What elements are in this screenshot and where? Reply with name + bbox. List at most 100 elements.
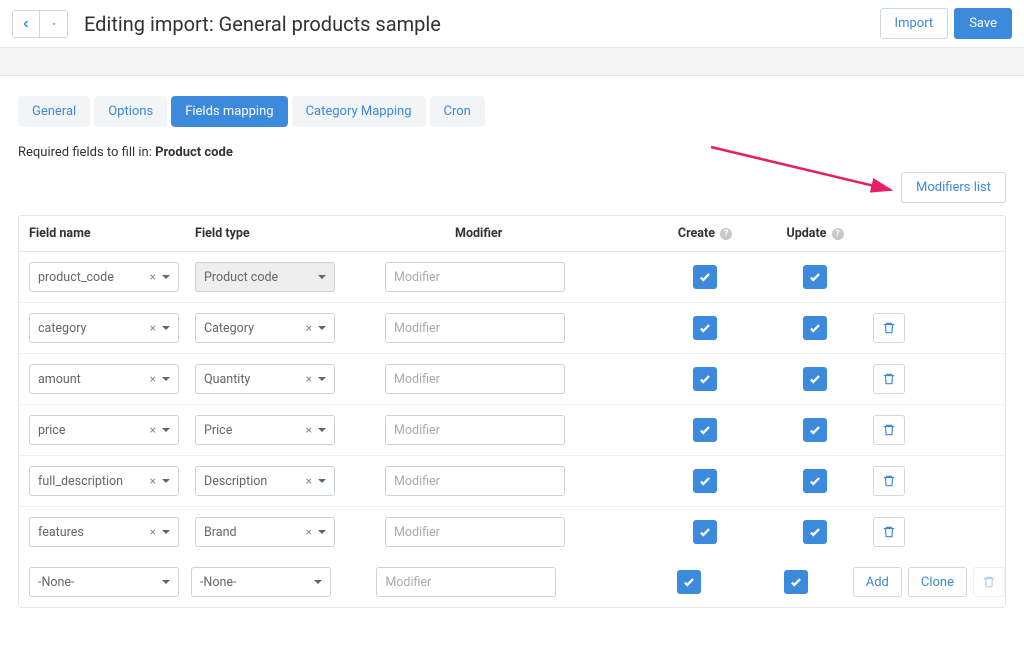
chevron-down-icon xyxy=(318,326,326,330)
clear-icon[interactable]: × xyxy=(150,525,156,539)
modifier-input[interactable] xyxy=(376,567,556,597)
field-name-select[interactable]: features× xyxy=(29,517,179,547)
clone-button[interactable]: Clone xyxy=(908,567,967,597)
field-name-select[interactable]: price× xyxy=(29,415,179,445)
update-checkbox[interactable] xyxy=(803,418,827,442)
clear-icon[interactable]: × xyxy=(306,474,312,488)
tab-options[interactable]: Options xyxy=(94,96,167,127)
field-type-select: Product code xyxy=(195,262,335,292)
field-type-select[interactable]: Brand× xyxy=(195,517,335,547)
tab-cron[interactable]: Cron xyxy=(430,96,485,127)
chevron-down-icon xyxy=(318,428,326,432)
delete-button xyxy=(973,567,1005,597)
update-checkbox[interactable] xyxy=(784,570,808,594)
create-checkbox[interactable] xyxy=(693,469,717,493)
field-type-select[interactable]: Price× xyxy=(195,415,335,445)
chevron-down-icon xyxy=(318,377,326,381)
modifiers-list-button[interactable]: Modifiers list xyxy=(901,172,1006,203)
col-header-modifier: Modifier xyxy=(385,226,645,241)
clear-icon[interactable]: × xyxy=(150,474,156,488)
header-actions: Import Save xyxy=(880,8,1012,39)
clear-icon[interactable]: × xyxy=(150,321,156,335)
delete-button[interactable] xyxy=(873,466,905,496)
delete-button[interactable] xyxy=(873,415,905,445)
clear-icon[interactable]: × xyxy=(150,372,156,386)
field-type-select[interactable]: -None- xyxy=(191,567,331,597)
col-header-name: Field name xyxy=(19,226,195,241)
field-type-select[interactable]: Quantity× xyxy=(195,364,335,394)
page-header: Editing import: General products sample … xyxy=(0,0,1024,48)
page-title: Editing import: General products sample xyxy=(84,12,872,36)
modifier-input[interactable] xyxy=(385,415,565,445)
table-row: amount× Quantity× xyxy=(19,354,1005,405)
tabs: GeneralOptionsFields mappingCategory Map… xyxy=(18,96,1006,127)
col-header-type: Field type xyxy=(195,226,385,241)
field-name-select[interactable]: product_code× xyxy=(29,262,179,292)
modifier-input[interactable] xyxy=(385,313,565,343)
toolbar-strip xyxy=(0,48,1024,76)
chevron-down-icon xyxy=(162,530,170,534)
chevron-down-icon xyxy=(162,428,170,432)
chevron-down-icon xyxy=(162,580,170,584)
nav-button-group xyxy=(12,10,68,38)
chevron-down-icon xyxy=(162,479,170,483)
tab-general[interactable]: General xyxy=(18,96,90,127)
chevron-down-icon xyxy=(162,275,170,279)
modifier-input[interactable] xyxy=(385,364,565,394)
required-fields-note: Required fields to fill in: Product code xyxy=(18,145,1006,160)
table-row: category× Category× xyxy=(19,303,1005,354)
clear-icon[interactable]: × xyxy=(306,423,312,437)
modifiers-row: Modifiers list xyxy=(18,172,1006,203)
clear-icon[interactable]: × xyxy=(306,321,312,335)
field-name-select[interactable]: category× xyxy=(29,313,179,343)
modifier-input[interactable] xyxy=(385,262,565,292)
table-row: features× Brand× xyxy=(19,507,1005,557)
clear-icon[interactable]: × xyxy=(150,423,156,437)
update-checkbox[interactable] xyxy=(803,367,827,391)
update-checkbox[interactable] xyxy=(803,520,827,544)
table-row: product_code× Product code xyxy=(19,252,1005,303)
help-icon[interactable]: ? xyxy=(720,228,732,240)
mapping-table: Field name Field type Modifier Create ? … xyxy=(18,215,1006,608)
import-button[interactable]: Import xyxy=(880,8,949,39)
add-button[interactable]: Add xyxy=(853,567,902,597)
update-checkbox[interactable] xyxy=(803,265,827,289)
tab-category-mapping[interactable]: Category Mapping xyxy=(292,96,426,127)
back-button[interactable] xyxy=(12,10,40,38)
modifier-input[interactable] xyxy=(385,466,565,496)
chevron-down-icon xyxy=(318,275,326,279)
col-header-update: Update ? xyxy=(765,226,865,241)
delete-button[interactable] xyxy=(873,517,905,547)
chevron-down-icon xyxy=(162,377,170,381)
chevron-down-icon xyxy=(162,326,170,330)
create-checkbox[interactable] xyxy=(693,265,717,289)
clear-icon[interactable]: × xyxy=(306,372,312,386)
tab-fields-mapping[interactable]: Fields mapping xyxy=(171,96,287,127)
chevron-down-icon xyxy=(314,580,322,584)
delete-button[interactable] xyxy=(873,313,905,343)
back-dropdown-button[interactable] xyxy=(40,10,68,38)
create-checkbox[interactable] xyxy=(693,367,717,391)
help-icon[interactable]: ? xyxy=(832,228,844,240)
chevron-down-icon xyxy=(318,530,326,534)
create-checkbox[interactable] xyxy=(693,418,717,442)
chevron-down-icon xyxy=(318,479,326,483)
table-row: price× Price× xyxy=(19,405,1005,456)
field-name-select[interactable]: amount× xyxy=(29,364,179,394)
create-checkbox[interactable] xyxy=(677,570,701,594)
field-name-select[interactable]: -None- xyxy=(29,567,179,597)
field-type-select[interactable]: Description× xyxy=(195,466,335,496)
clear-icon[interactable]: × xyxy=(306,525,312,539)
field-name-select[interactable]: full_description× xyxy=(29,466,179,496)
update-checkbox[interactable] xyxy=(803,316,827,340)
field-type-select[interactable]: Category× xyxy=(195,313,335,343)
save-button[interactable]: Save xyxy=(954,8,1012,39)
create-checkbox[interactable] xyxy=(693,316,717,340)
update-checkbox[interactable] xyxy=(803,469,827,493)
delete-button[interactable] xyxy=(873,364,905,394)
table-header-row: Field name Field type Modifier Create ? … xyxy=(19,216,1005,252)
clear-icon[interactable]: × xyxy=(150,270,156,284)
modifier-input[interactable] xyxy=(385,517,565,547)
create-checkbox[interactable] xyxy=(693,520,717,544)
table-row-new: -None- -None- xyxy=(19,557,1005,607)
